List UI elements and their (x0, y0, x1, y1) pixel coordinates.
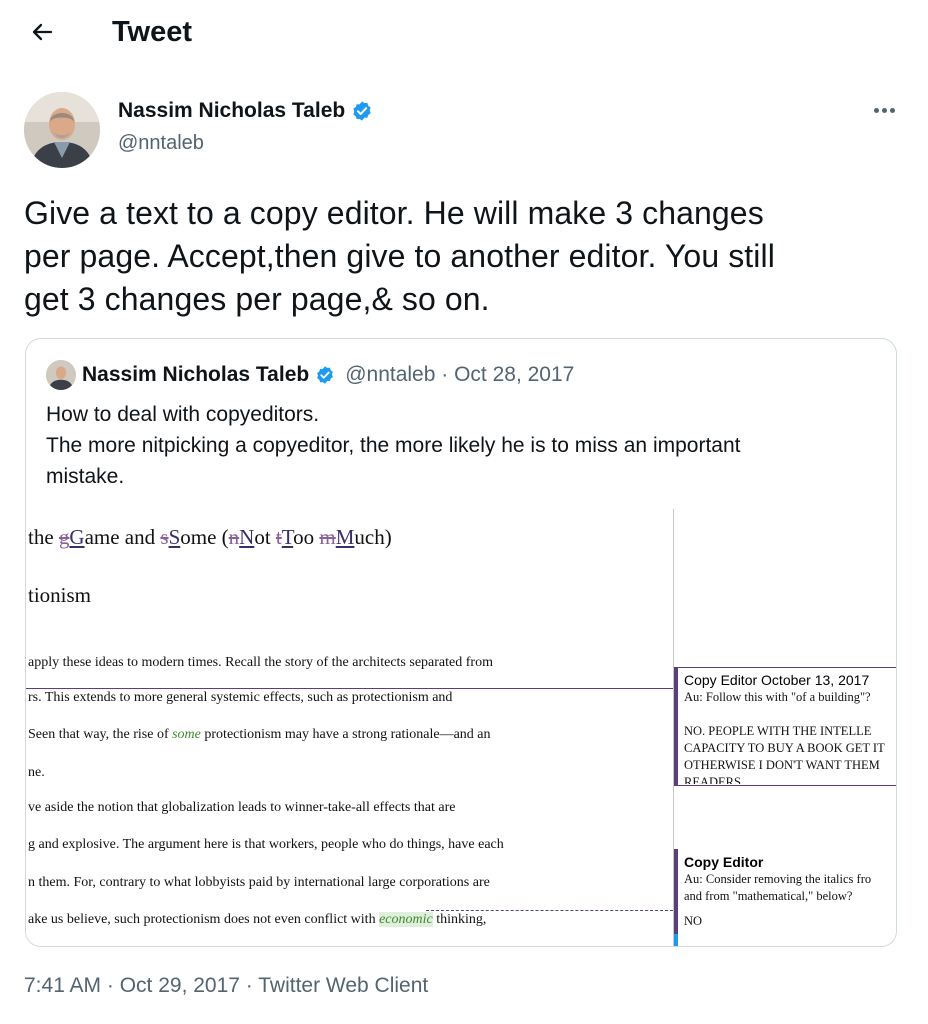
doc-line: ve aside the notion that globalization l… (28, 800, 456, 815)
tweet-text: Give a text to a copy editor. He will ma… (24, 192, 904, 321)
quoted-avatar (46, 360, 76, 390)
doc-subheading: tionism (28, 583, 92, 607)
quoted-line: mistake. (46, 465, 125, 488)
quoted-line: How to deal with copyeditors. (46, 403, 320, 426)
verified-badge-icon (353, 101, 371, 121)
comment-line: Au: Consider removing the italics fro (684, 872, 872, 886)
comment-line: OTHERWISE I DON'T WANT THEM (684, 758, 880, 772)
quoted-tweet-header: Nassim Nicholas Taleb @nntaleb · Oct 28,… (46, 360, 575, 390)
comment-line: NO. PEOPLE WITH THE INTELLE (684, 724, 872, 738)
doc-line: g and explosive. The argument here is th… (28, 837, 504, 852)
comment-anchor-line (26, 688, 673, 689)
doc-line: apply these ideas to modern times. Recal… (28, 655, 493, 670)
verified-badge-icon (317, 366, 334, 384)
tweet-line: Give a text to a copy editor. He will ma… (24, 195, 764, 231)
comment-box: Copy Editor October 13, 2017 Au: Follow … (674, 672, 896, 784)
doc-line: n them. For, contrary to what lobbyists … (28, 875, 490, 890)
back-button[interactable] (24, 14, 60, 50)
doc-heading: the gGame and sSome (nNot tToo mMuch) (28, 525, 392, 549)
comment-line: Au: Follow this with "of a building"? (684, 690, 871, 704)
top-bar: Tweet (0, 0, 928, 64)
comment-box: Copy Editor Au: Consider removing the it… (674, 854, 896, 934)
doc-line: ne. (28, 765, 45, 780)
avatar[interactable] (24, 92, 100, 168)
back-arrow-icon (32, 23, 53, 41)
author-name: Nassim Nicholas Taleb (118, 99, 346, 122)
tweet-line: per page. Accept,then give to another ed… (24, 238, 775, 274)
quoted-text: How to deal with copyeditors. The more n… (46, 399, 846, 492)
doc-line: rs. This extends to more general systemi… (28, 690, 453, 705)
comments-sidebar: Copy Editor October 13, 2017 Au: Follow … (673, 509, 896, 946)
more-options-button[interactable] (866, 96, 902, 124)
comment-line: READERS. (684, 775, 745, 784)
author-name-row[interactable]: Nassim Nicholas Taleb (118, 97, 373, 125)
page-title: Tweet (112, 16, 193, 48)
quoted-author-name: Nassim Nicholas Taleb (82, 363, 310, 386)
quoted-tweet[interactable]: Nassim Nicholas Taleb @nntaleb · Oct 28,… (25, 338, 897, 947)
comment-author: Copy Editor (684, 672, 758, 688)
comment-line: CAPACITY TO BUY A BOOK GET IT (684, 741, 885, 755)
avatar-image (24, 92, 100, 168)
author-handle[interactable]: @nntaleb (118, 130, 204, 156)
comment-line: and from "mathematical," below? (684, 889, 853, 903)
tweet-timestamp[interactable]: 7:41 AM · Oct 29, 2017 · Twitter Web Cli… (24, 972, 428, 1000)
comment-anchor-dashed (426, 910, 673, 911)
doc-line: Seen that way, the rise of some protecti… (28, 727, 491, 742)
comment-author: Copy Editor (684, 854, 764, 870)
tweet-line: get 3 changes per page,& so on. (24, 281, 490, 317)
quoted-meta: @nntaleb · Oct 28, 2017 (345, 363, 575, 386)
doc-line: ake us believe, such protectionism does … (28, 912, 487, 927)
document-image: the gGame and sSome (nNot tToo mMuch) ti… (26, 509, 896, 946)
comment-date: October 13, 2017 (761, 672, 870, 688)
comment-line: NO (684, 914, 703, 928)
more-dots-icon (873, 107, 879, 113)
quoted-line: The more nitpicking a copyeditor, the mo… (46, 434, 741, 457)
